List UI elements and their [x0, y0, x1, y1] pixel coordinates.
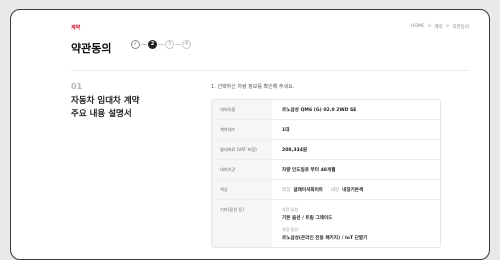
- step-connector: [158, 44, 164, 45]
- step-1-check-icon[interactable]: ✓: [131, 40, 140, 49]
- option-value: 르노삼성(온라인 전용 패키지) / IoT 단말기: [282, 236, 368, 241]
- interior-caption: 내장: [330, 188, 340, 193]
- breadcrumb-separator: >: [445, 24, 450, 29]
- table-row: 계약대수 1대: [212, 120, 440, 140]
- row-label: 대여기간: [212, 160, 272, 179]
- row-value: 208,334원: [282, 148, 308, 153]
- row-value: 차량 인도일로 부터 48개월: [282, 168, 336, 173]
- row-value: 외장 글레이셔화이트 내장 내장기본색: [272, 180, 440, 199]
- step-connector: [175, 44, 181, 45]
- table-row: 월대여료 (VAT 포함) 208,334원: [212, 140, 440, 160]
- page-header: 계약 약관동의 ✓ 2 3 4 HOME > 계약 > 약관동의: [71, 24, 469, 64]
- table-row-color: 색상 외장 글레이셔화이트 내장 내장기본색: [212, 180, 440, 200]
- breadcrumb-contract[interactable]: 계약: [434, 24, 442, 30]
- breadcrumb-current: 약관동의: [452, 25, 469, 30]
- table-row: 대여기간 차량 인도일로 부터 48개월: [212, 160, 440, 180]
- row-value: 차량 옵션 기본 옵션 / 트림 그레이드 차량 옵션 르노삼성(온라인 전용 …: [272, 200, 440, 247]
- breadcrumb-separator: >: [427, 24, 432, 29]
- browser-window: 계약 약관동의 ✓ 2 3 4 HOME > 계약 > 약관동의 01 자동차 …: [10, 9, 490, 260]
- section-title-line2: 주요 내용 설명서: [71, 109, 132, 119]
- section-number: 01: [71, 82, 83, 91]
- section-title: 자동차 임대차 계약 주요 내용 설명서: [71, 95, 191, 121]
- step-connector: [141, 44, 147, 45]
- table-row: 대여차종 르노삼성 QM6 (G) 02.0 2WD SE: [212, 100, 440, 120]
- option-caption: 차량 옵션: [282, 207, 298, 212]
- breadcrumb-home[interactable]: HOME: [411, 24, 425, 30]
- header-divider: [71, 70, 469, 71]
- breadcrumb: HOME > 계약 > 약관동의: [411, 24, 469, 30]
- vehicle-info: 1. 선택하신 차량 정보를 확인해 주세요. 대여차종 르노삼성 QM6 (G…: [211, 83, 441, 248]
- row-label: 색상: [212, 180, 272, 199]
- page-title: 약관동의: [71, 42, 112, 55]
- interior-value: 내장기본색: [342, 188, 364, 193]
- step-3[interactable]: 3: [165, 40, 174, 49]
- option-value: 기본 옵션 / 트림 그레이드: [282, 216, 333, 221]
- section-title-line1: 자동차 임대차 계약: [71, 96, 140, 106]
- exterior-caption: 외장: [282, 188, 291, 193]
- exterior-color: 외장 글레이셔화이트: [282, 187, 323, 193]
- intro-text: 1. 선택하신 차량 정보를 확인해 주세요.: [211, 84, 295, 90]
- row-label: 월대여료 (VAT 포함): [212, 140, 272, 159]
- option-caption: 차량 옵션: [282, 227, 298, 232]
- row-label: 계약대수: [212, 120, 272, 139]
- table-row-options: 기타(옵션 등) 차량 옵션 기본 옵션 / 트림 그레이드 차량 옵션 르노삼…: [212, 200, 440, 247]
- row-label: 대여차종: [212, 100, 272, 119]
- step-2[interactable]: 2: [148, 40, 157, 49]
- exterior-value: 글레이셔화이트: [293, 188, 324, 193]
- section-tag: 계약: [71, 25, 81, 31]
- step-4[interactable]: 4: [182, 40, 191, 49]
- row-value: 르노삼성 QM6 (G) 02.0 2WD SE: [282, 108, 357, 113]
- row-label: 기타(옵션 등): [212, 200, 272, 247]
- interior-color: 내장 내장기본색: [331, 187, 364, 193]
- section-heading: 01 자동차 임대차 계약 주요 내용 설명서: [71, 82, 191, 121]
- vehicle-info-table: 대여차종 르노삼성 QM6 (G) 02.0 2WD SE 계약대수 1대 월대…: [211, 99, 441, 248]
- row-value: 1대: [282, 128, 290, 133]
- step-indicator: ✓ 2 3 4: [131, 40, 191, 49]
